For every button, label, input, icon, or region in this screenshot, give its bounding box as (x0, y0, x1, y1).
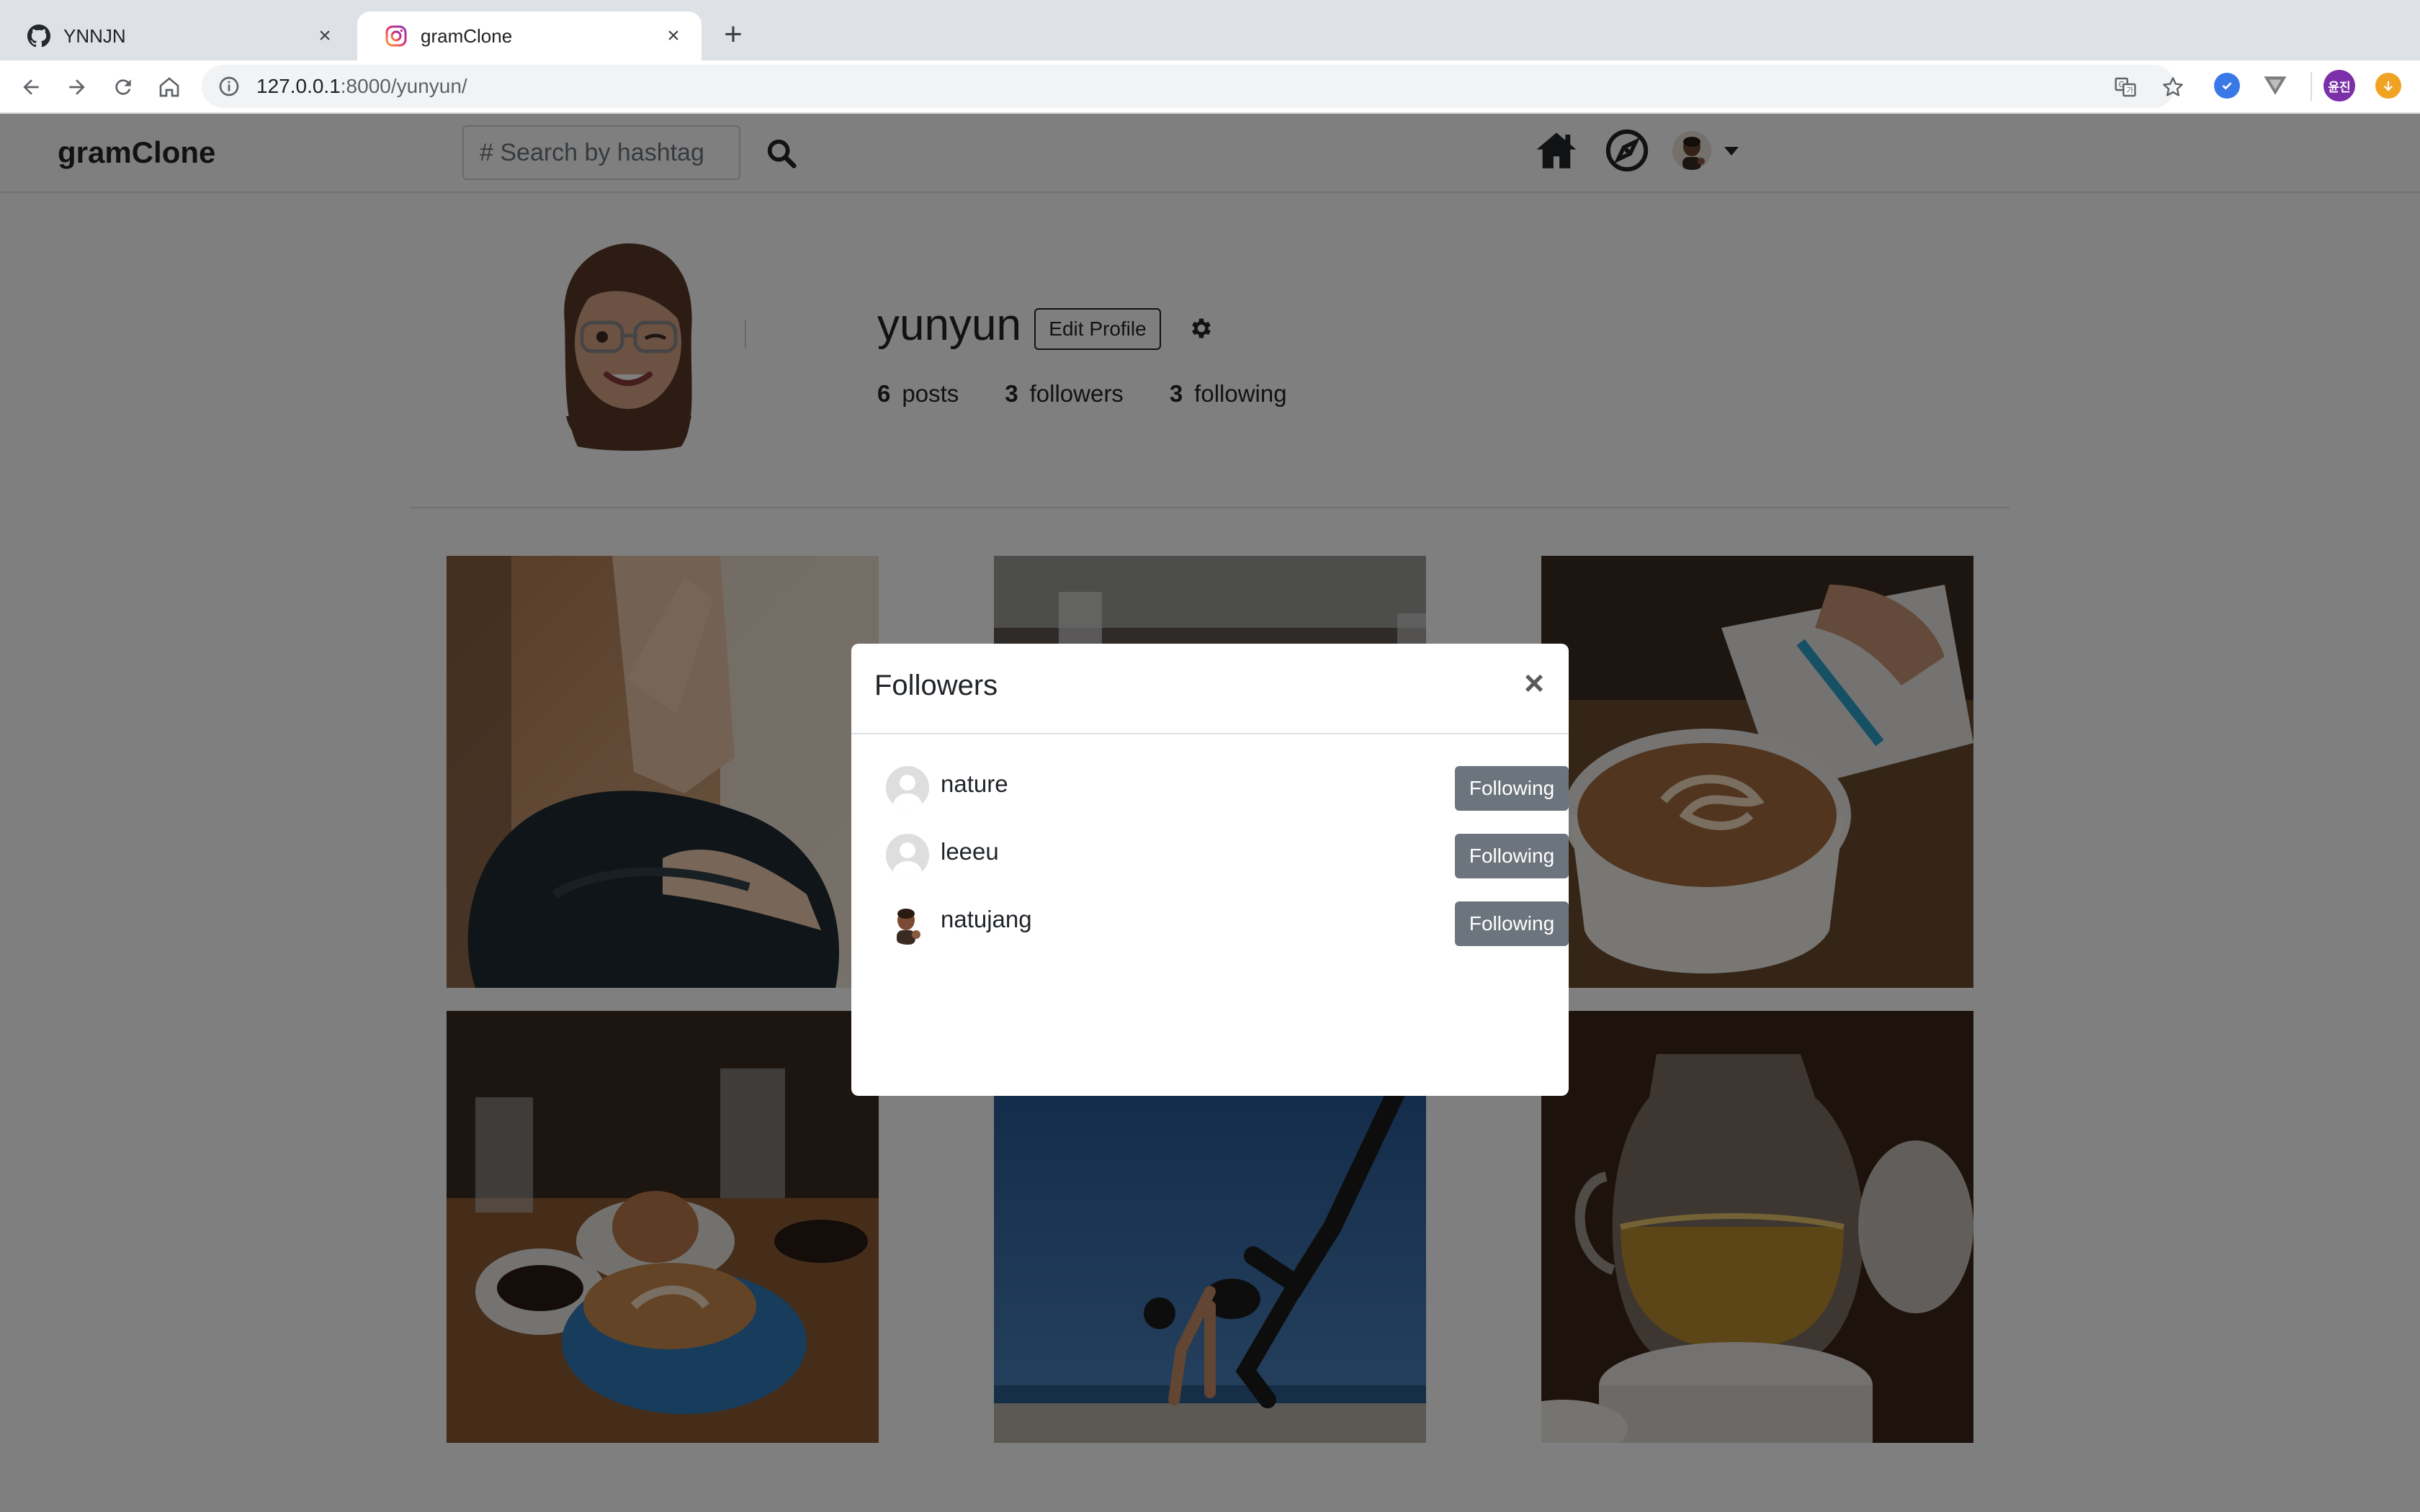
reload-icon (115, 79, 131, 95)
close-icon[interactable]: × (661, 24, 686, 48)
extension-orange-icon[interactable] (2375, 73, 2401, 99)
following-button[interactable]: Following (1455, 834, 1569, 878)
follower-row: leeeu Following (886, 827, 1569, 884)
info-icon (219, 76, 239, 96)
follower-name[interactable]: leeeu (941, 838, 999, 865)
profile-badge-text: 윤진 (2328, 80, 2351, 95)
translate-icon: G가 (2115, 77, 2136, 97)
instagram-icon (385, 24, 408, 48)
following-button[interactable]: Following (1455, 901, 1569, 946)
tab-title: YNNJN (63, 24, 126, 47)
profile-avatar-button[interactable]: 윤진 (2323, 70, 2355, 102)
forward-button[interactable] (60, 71, 94, 104)
tab-gramclone[interactable]: gramClone × (357, 12, 702, 60)
translate-button[interactable]: G가 (2110, 72, 2141, 102)
star-icon (2163, 77, 2183, 96)
back-button[interactable] (14, 71, 48, 104)
tab-title: gramClone (421, 24, 513, 47)
close-button[interactable]: × (1520, 665, 1549, 703)
modal-header: Followers × (851, 644, 1569, 734)
follower-name[interactable]: natujang (941, 906, 1032, 933)
bookmark-star-button[interactable] (2158, 72, 2188, 102)
home-button[interactable] (153, 71, 186, 104)
close-icon[interactable]: × (313, 24, 337, 48)
user-avatar[interactable] (886, 901, 929, 945)
svg-text:가: 가 (2126, 86, 2133, 95)
default-avatar-icon[interactable] (886, 766, 929, 809)
extension-blue-icon[interactable] (2214, 73, 2240, 99)
modal-title: Followers (874, 670, 998, 701)
address-bar[interactable]: 127.0.0.1:8000/yunyun/ (202, 65, 2175, 108)
github-icon (27, 24, 51, 48)
arrow-right-icon (69, 79, 85, 95)
followers-modal: Followers × nature Following leeeu Follo… (851, 644, 1569, 1096)
default-avatar-icon[interactable] (886, 834, 929, 877)
url-path: :8000/yunyun/ (340, 75, 467, 97)
follower-row: natujang Following (886, 894, 1569, 952)
page-content: gramClone # Search by hashtag yunyun Edi… (0, 114, 2420, 1512)
follower-row: nature Following (886, 759, 1569, 816)
svg-text:G: G (2119, 80, 2125, 89)
following-button[interactable]: Following (1455, 766, 1569, 811)
toolbar-separator (2311, 72, 2312, 101)
home-icon (159, 77, 179, 97)
url-host: 127.0.0.1 (256, 75, 341, 97)
browser-toolbar: 127.0.0.1:8000/yunyun/ G가 (0, 60, 2420, 114)
url-text: 127.0.0.1:8000/yunyun/ (256, 75, 467, 98)
browser-tabstrip: YNNJN × gramClone × + (0, 0, 2420, 60)
new-tab-button[interactable]: + (717, 17, 749, 53)
extension-v-icon[interactable] (2259, 69, 2292, 102)
tab-github[interactable]: YNNJN × (0, 12, 353, 60)
reload-button[interactable] (107, 71, 140, 104)
arrow-left-icon (23, 79, 39, 95)
follower-name[interactable]: nature (941, 770, 1008, 798)
